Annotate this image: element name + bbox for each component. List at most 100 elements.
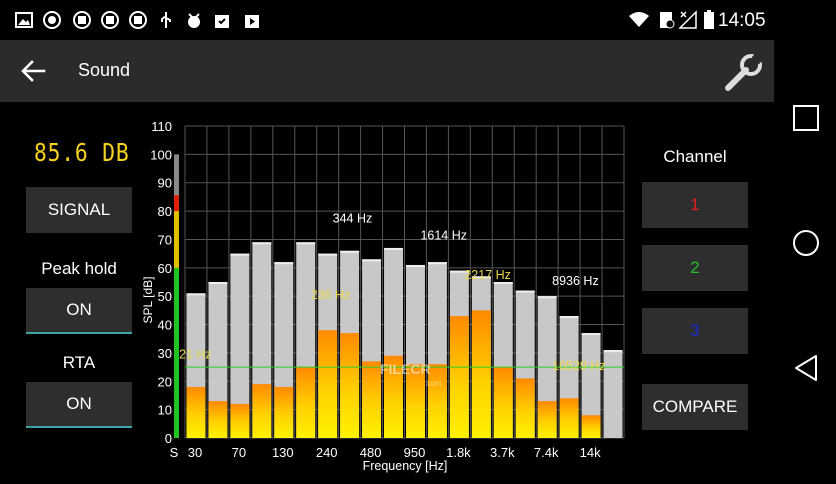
peak-bar-cap <box>406 264 425 267</box>
y-tick-label: 90 <box>158 176 172 191</box>
y-tick-label: 80 <box>158 204 172 219</box>
x-tick-label: 480 <box>360 445 382 460</box>
x-tick-label: 14k <box>580 445 601 460</box>
app-icon <box>100 10 120 30</box>
current-bar <box>581 415 601 438</box>
signal-button[interactable]: SIGNAL <box>26 187 132 233</box>
back-nav-button[interactable] <box>792 354 820 382</box>
peak-bar-cap <box>515 290 535 293</box>
navigation-bar <box>774 0 836 484</box>
video-icon <box>242 10 262 30</box>
current-bar <box>493 367 513 438</box>
peak-annotation: 2217 Hz <box>464 268 511 282</box>
peak-hold-label: Peak hold <box>41 259 117 278</box>
spl-readout: 85.6 DB <box>34 138 130 167</box>
channel-2-button[interactable]: 2 <box>642 245 748 291</box>
y-axis-label: SPL [dB] <box>141 277 155 324</box>
peak-annotation: 21 Hz <box>179 348 212 362</box>
peak-bar-cap <box>318 253 338 256</box>
peak-bar-cap <box>603 350 623 353</box>
settings-button[interactable] <box>720 50 766 94</box>
x-tick-label: 30 <box>188 445 202 460</box>
current-bar <box>252 384 272 438</box>
x-tick-label: 3.7k <box>490 445 515 460</box>
app-icon <box>72 10 92 30</box>
channel-3-label: 3 <box>690 321 700 340</box>
channel-1-button[interactable]: 1 <box>642 182 748 228</box>
peak-annotation: 236 Hz <box>311 288 351 302</box>
peak-annotation: 10529 Hz <box>552 359 606 373</box>
channel-2-label: 2 <box>690 258 700 277</box>
recents-button[interactable] <box>792 104 820 132</box>
peak-bar-cap <box>384 247 403 250</box>
peak-bar-cap <box>559 316 579 319</box>
channel-1-label: 1 <box>690 195 700 214</box>
y-tick-label: 40 <box>158 318 172 333</box>
current-bar <box>362 361 382 438</box>
spectrum-chart: 0 10 20 30 40 50 60 70 80 90 100 110 21 Hz 236 Hz 344 … <box>141 119 625 473</box>
peak-bar-cap <box>186 293 206 296</box>
x-tick-label: 1.8k <box>446 445 471 460</box>
peak-bar-cap <box>581 333 601 336</box>
current-bar <box>559 398 579 438</box>
compare-button[interactable]: COMPARE <box>642 384 748 430</box>
wrench-icon <box>725 51 765 91</box>
current-bar <box>427 364 447 438</box>
peak-annotation: 344 Hz <box>333 211 373 225</box>
peak-bar-cap <box>340 250 360 253</box>
current-bar <box>515 378 535 438</box>
peak-bar-cap <box>274 262 294 265</box>
triangle-back-icon <box>795 355 817 381</box>
channel-3-button[interactable]: 3 <box>642 308 748 354</box>
peak-bar-cap <box>537 296 557 299</box>
status-bar: 14:05 <box>0 0 774 40</box>
current-bar <box>208 401 228 438</box>
watermark-logo: .com <box>424 379 442 388</box>
peak-bar-cap <box>362 259 382 262</box>
y-tick-label: 20 <box>158 374 172 389</box>
current-bar <box>340 333 360 438</box>
peak-bar-cap <box>427 262 447 265</box>
y-tick-label: 0 <box>165 431 172 446</box>
x-tick-label: 950 <box>404 445 426 460</box>
action-bar: Sound <box>0 40 774 102</box>
sim-icon <box>656 10 676 30</box>
peak-bar-cap <box>493 282 513 284</box>
y-tick-label: 60 <box>158 261 172 276</box>
current-bar <box>296 367 316 438</box>
peak-bar <box>603 350 623 438</box>
peak-annotation: 1614 Hz <box>420 228 467 242</box>
bag-check-icon <box>212 10 232 30</box>
y-tick-label: 110 <box>151 119 172 134</box>
signal-icon <box>678 10 698 30</box>
status-time: 14:05 <box>718 10 766 31</box>
page-title: Sound <box>78 60 131 80</box>
back-button[interactable] <box>14 51 54 91</box>
current-bar <box>537 401 557 438</box>
record-icon <box>42 10 62 30</box>
circle-icon <box>793 230 819 256</box>
current-bar <box>186 386 206 438</box>
x-tick-label: 70 <box>232 445 246 460</box>
x-tick-label: 130 <box>272 445 294 460</box>
rta-toggle[interactable]: ON <box>26 382 132 428</box>
level-meter-segment <box>174 195 179 212</box>
channel-label: Channel <box>663 147 727 166</box>
peak-bar-cap <box>296 242 316 245</box>
gallery-icon <box>14 10 34 30</box>
peak-hold-toggle[interactable]: ON <box>26 288 132 334</box>
current-bar <box>471 310 491 438</box>
y-tick-label: 10 <box>158 403 172 418</box>
x-axis-label: Frequency [Hz] <box>363 459 448 473</box>
rta-label: RTA <box>62 353 96 372</box>
peak-bar-cap <box>208 282 228 284</box>
current-bar <box>230 403 250 438</box>
peak-annotation: 8936 Hz <box>552 274 599 288</box>
y-tick-label: 100 <box>150 147 172 162</box>
home-button[interactable] <box>791 228 821 258</box>
x-tick-label: 240 <box>316 445 338 460</box>
current-bar <box>449 316 469 438</box>
watermark-logo: FILECR <box>380 361 431 377</box>
debug-icon <box>184 10 204 30</box>
app-icon <box>128 10 148 30</box>
